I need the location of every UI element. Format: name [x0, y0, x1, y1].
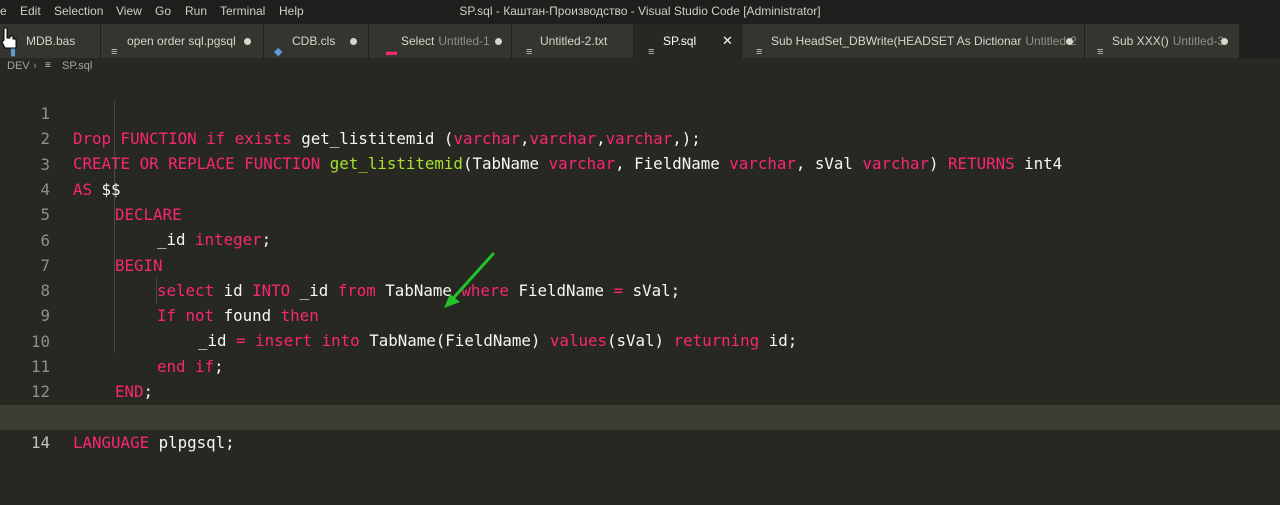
window-title: SP.sql - Каштан-Производство - Visual St… [459, 4, 821, 18]
code-token: plpgsql; [149, 432, 235, 452]
code-line[interactable]: 9 _id = insert into TabName(FieldName) v… [0, 278, 1280, 350]
line-number: 14 [30, 432, 50, 452]
modified-dot-icon[interactable] [495, 38, 502, 45]
modified-dot-icon[interactable] [244, 38, 251, 45]
code-line[interactable]: 2 CREATE OR REPLACE FUNCTION get_listite… [0, 101, 1280, 173]
tab-label: SP.sql [663, 34, 697, 48]
code-line[interactable]: 4 DECLARE [0, 152, 1280, 224]
tab-label-group: Select Untitled-1 [401, 24, 490, 58]
code-line[interactable]: 12 $$ [0, 354, 1280, 426]
tab-sub-headset[interactable]: ≡ Sub HeadSet_DBWrite(HEADSET As Diction… [742, 24, 1085, 58]
breadcrumb: DEV › ≡ SP.sql [0, 58, 1280, 76]
db-file-icon: ▬ [386, 46, 397, 58]
modified-dot-icon[interactable] [1066, 38, 1073, 45]
code-line[interactable]: 3 AS $$ [0, 127, 1280, 199]
code-line[interactable]: 10 end if; [0, 304, 1280, 376]
cls-file-icon: ◆ [274, 46, 283, 58]
tab-label: CDB.cls [292, 34, 336, 48]
tab-label: MDB.bas [26, 34, 76, 48]
sql-file-icon: ≡ [45, 60, 51, 71]
tab-select-untitled-1[interactable]: ▬ Select Untitled-1 [369, 24, 512, 58]
tab-label: Select [401, 34, 435, 48]
breadcrumb-folder[interactable]: DEV [7, 58, 30, 74]
text-file-icon: ≡ [1097, 46, 1104, 58]
tab-sp-sql[interactable]: ≡ SP.sql ✕ [634, 24, 742, 58]
annotation-arrow-icon [444, 252, 495, 308]
tab-label: Sub XXX() [1112, 34, 1169, 48]
text-file-icon: ≡ [526, 46, 533, 58]
tab-label-group: Sub XXX() Untitled-3 [1112, 24, 1224, 58]
tab-label: Untitled-2.txt [540, 34, 608, 48]
code-line[interactable]: 5 _id integer; [0, 177, 1280, 249]
code-line[interactable]: 13 LANGUAGE plpgsql; [0, 380, 1280, 452]
tab-label-group: Sub HeadSet_DBWrite(HEADSET As Dictionar… [771, 24, 1077, 58]
modified-dot-icon[interactable] [1221, 38, 1228, 45]
title-bar: e Edit Selection View Go Run Terminal He… [0, 0, 1280, 24]
code-line[interactable]: 7 select id INTO _id from TabName where … [0, 228, 1280, 300]
tab-cdb-cls[interactable]: ◆ CDB.cls [264, 24, 369, 58]
code-line[interactable]: 11 END; [0, 329, 1280, 401]
tab-label: Sub HeadSet_DBWrite(HEADSET As Dictionar [771, 34, 1022, 48]
code-token: LANGUAGE [73, 432, 150, 452]
tab-untitled-2-txt[interactable]: ≡ Untitled-2.txt [512, 24, 634, 58]
code-line-current[interactable]: 14 [0, 404, 1280, 452]
tab-sub-xxx[interactable]: ≡ Sub XXX() Untitled-3 [1085, 24, 1240, 58]
breadcrumb-file[interactable]: SP.sql [62, 58, 92, 74]
editor-tab-bar: ▮ MDB.bas ≡ open order sql.pgsql ◆ CDB.c… [0, 24, 1280, 58]
arrow-shaft [446, 252, 495, 306]
sql-file-icon: ≡ [111, 46, 118, 58]
text-file-icon: ≡ [756, 46, 763, 58]
tab-sublabel: Untitled-3 [1172, 34, 1225, 48]
sql-file-icon: ≡ [648, 46, 655, 58]
code-line[interactable]: 6 BEGIN [0, 203, 1280, 275]
chevron-right-icon: › [33, 60, 37, 72]
tab-open-order-sql[interactable]: ≡ open order sql.pgsql [101, 24, 264, 58]
arrow-head [444, 294, 460, 308]
code-editor[interactable]: 1 Drop FUNCTION if exists get_listitemid… [0, 76, 1280, 452]
close-icon[interactable]: ✕ [722, 24, 733, 58]
code-line[interactable]: 1 Drop FUNCTION if exists get_listitemid… [0, 76, 1280, 148]
modified-dot-icon[interactable] [350, 38, 357, 45]
tab-label: open order sql.pgsql [127, 34, 236, 48]
code-line[interactable]: 8 If not found then [0, 253, 1280, 325]
tab-sublabel: Untitled-1 [438, 34, 490, 48]
hand-cursor-icon [1, 27, 17, 49]
